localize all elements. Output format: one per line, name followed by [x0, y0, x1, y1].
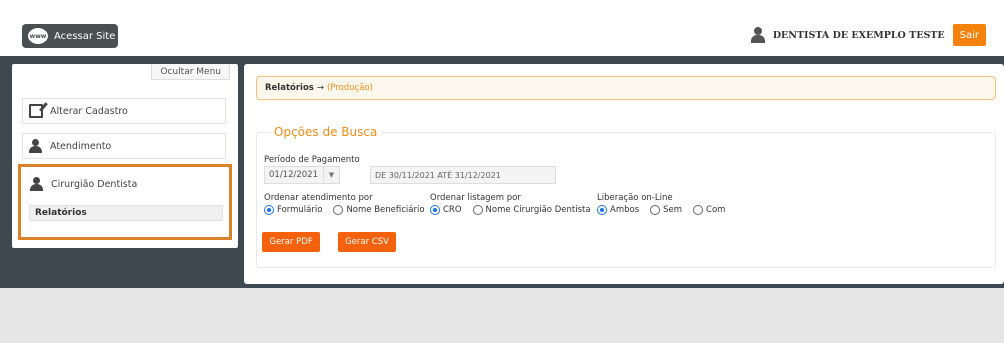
breadcrumb: Relatórios → (Produção)	[256, 76, 996, 100]
order-listing-group: CRO Nome Cirurgião Dentista	[430, 205, 591, 215]
dentist-icon	[30, 177, 44, 191]
radio-label: Nome Beneficiário	[346, 205, 425, 215]
radio-label: Com	[706, 205, 726, 215]
sidebar-item-cirurgiao-dentista[interactable]: Cirurgião Dentista	[24, 171, 220, 197]
radio-label: Nome Cirurgião Dentista	[485, 205, 591, 215]
period-label: Período de Pagamento	[264, 155, 360, 165]
radio-nome-beneficiario[interactable]	[333, 205, 344, 215]
search-options-legend: Opções de Busca	[270, 125, 382, 139]
radio-sem[interactable]	[650, 205, 661, 215]
footer-strip	[0, 288, 1004, 343]
edit-icon	[29, 104, 43, 118]
radio-label: Ambos	[610, 205, 640, 215]
order-attendance-group: Formulário Nome Beneficiário	[264, 205, 425, 215]
generate-pdf-button[interactable]: Gerar PDF	[262, 232, 320, 252]
period-range: DE 30/11/2021 ATÉ 31/12/2021	[370, 166, 556, 184]
release-group: Ambos Sem Com	[597, 205, 725, 215]
user-area: DENTISTA DE EXEMPLO TESTE Sair	[750, 24, 986, 46]
sidebar-item-label: Cirurgião Dentista	[51, 178, 138, 190]
chevron-down-icon: ▼	[323, 167, 339, 183]
logout-button[interactable]: Sair	[952, 24, 986, 46]
sidebar-item-label: Alterar Cadastro	[50, 105, 128, 117]
submenu-relatorios[interactable]: Relatórios	[29, 205, 223, 221]
sidebar-item-label: Atendimento	[50, 140, 112, 152]
radio-formulario[interactable]	[264, 205, 274, 215]
radio-ambos[interactable]	[597, 205, 607, 215]
user-speech-icon	[29, 139, 43, 153]
radio-label: CRO	[443, 205, 462, 215]
top-bar: www Acessar Site DENTISTA DE EXEMPLO TES…	[0, 0, 1004, 56]
radio-label: Sem	[663, 205, 683, 215]
breadcrumb-arrow: →	[316, 83, 324, 93]
highlight-frame: Cirurgião Dentista Relatórios	[18, 164, 232, 240]
main-panel: Relatórios → (Produção) Opções de Busca …	[244, 64, 1004, 284]
radio-label: Formulário	[277, 205, 323, 215]
radio-com[interactable]	[693, 205, 704, 215]
user-icon	[750, 27, 765, 43]
sidebar-item-atendimento[interactable]: Atendimento	[22, 133, 226, 159]
user-name: DENTISTA DE EXEMPLO TESTE	[772, 29, 945, 41]
access-site-button[interactable]: www Acessar Site	[22, 24, 118, 48]
www-icon: www	[28, 28, 48, 44]
period-value: 01/12/2021	[269, 170, 318, 180]
generate-csv-button[interactable]: Gerar CSV	[338, 232, 396, 252]
sidebar-item-alterar-cadastro[interactable]: Alterar Cadastro	[22, 98, 226, 124]
breadcrumb-main: Relatórios	[265, 83, 314, 93]
order-listing-label: Ordenar listagem por	[430, 193, 521, 203]
breadcrumb-sub[interactable]: (Produção)	[327, 83, 373, 93]
order-attendance-label: Ordenar atendimento por	[264, 193, 373, 203]
access-site-label: Acessar Site	[54, 30, 116, 42]
radio-cro[interactable]	[430, 205, 440, 215]
period-select[interactable]: 01/12/2021 ▼	[264, 166, 340, 184]
hide-menu-button[interactable]: Ocultar Menu	[151, 64, 230, 80]
radio-nome-cirurgiao[interactable]	[472, 205, 483, 215]
sidebar: Ocultar Menu Alterar Cadastro Atendiment…	[12, 64, 238, 248]
release-label: Liberação on-Line	[597, 193, 673, 203]
